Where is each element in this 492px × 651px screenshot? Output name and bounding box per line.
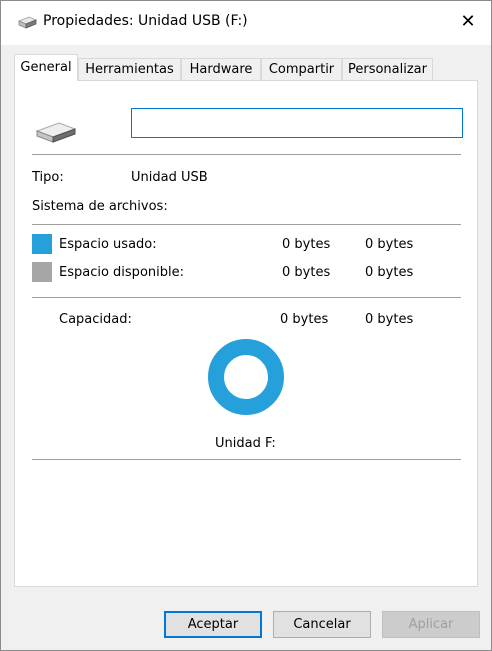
drive-letter-label: Unidad F: — [215, 436, 276, 451]
separator — [32, 459, 461, 460]
tab-herramientas[interactable]: Herramientas — [78, 58, 181, 80]
title-bar[interactable]: Propiedades: Unidad USB (F:) ✕ — [1, 1, 491, 45]
filesystem-label: Sistema de archivos: — [32, 199, 168, 214]
free-space-bytes: 0 bytes — [282, 265, 331, 280]
tab-personalizar[interactable]: Personalizar — [342, 58, 433, 80]
close-icon: ✕ — [460, 10, 476, 32]
usb-drive-icon — [35, 122, 77, 143]
free-space-label: Espacio disponible: — [59, 265, 184, 280]
used-space-bytes: 0 bytes — [282, 237, 331, 252]
separator — [32, 224, 461, 225]
apply-button[interactable]: Aplicar — [382, 611, 480, 638]
window-title: Propiedades: Unidad USB (F:) — [43, 13, 248, 29]
used-space-label: Espacio usado: — [59, 237, 157, 252]
drive-name-input[interactable] — [131, 108, 463, 138]
capacity-bytes: 0 bytes — [280, 312, 329, 327]
tab-hardware[interactable]: Hardware — [181, 58, 261, 80]
free-space-swatch — [32, 262, 52, 282]
free-space-size: 0 bytes — [365, 265, 414, 280]
general-panel: Tipo: Unidad USB Sistema de archivos: Es… — [14, 80, 478, 587]
tab-compartir[interactable]: Compartir — [261, 58, 342, 80]
cancel-button[interactable]: Cancelar — [273, 611, 371, 638]
capacity-size: 0 bytes — [365, 312, 414, 327]
capacity-label: Capacidad: — [59, 312, 132, 327]
capacity-donut-chart — [208, 339, 284, 415]
close-button[interactable]: ✕ — [445, 1, 491, 41]
usb-drive-icon — [17, 16, 38, 29]
tab-general[interactable]: General — [14, 54, 78, 81]
separator — [32, 154, 461, 155]
used-space-swatch — [32, 234, 52, 254]
used-space-size: 0 bytes — [365, 237, 414, 252]
properties-dialog: Propiedades: Unidad USB (F:) ✕ General H… — [0, 0, 492, 651]
ok-button[interactable]: Aceptar — [164, 611, 262, 638]
type-value: Unidad USB — [131, 170, 208, 185]
separator — [32, 297, 461, 298]
type-label: Tipo: — [32, 170, 64, 185]
